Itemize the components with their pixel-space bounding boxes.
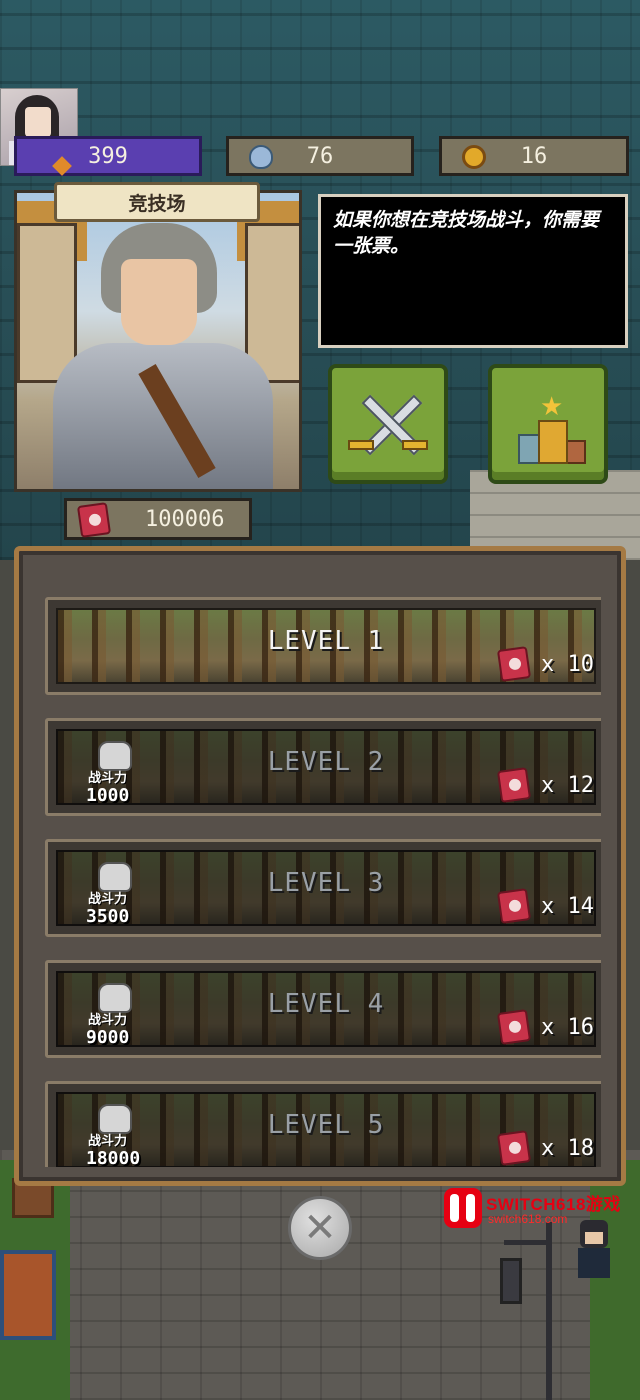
power-value: 9000 [86,1027,130,1048]
level-cost: x 10 [496,646,594,682]
ticket-counter: 100006 [64,498,252,540]
close-icon: ✕ [303,1205,337,1251]
podium-center [538,420,568,464]
power-label: 战斗力 [88,1013,128,1028]
power-requirement: 战斗力 9000 [86,983,148,1051]
arena-title: 竞技场 [54,182,260,222]
gems-value: 399 [88,143,128,169]
ranking-button[interactable]: ★ [488,364,608,484]
switch-logo-icon [444,1188,482,1228]
street-lamp-icon [500,1258,522,1304]
npc-body [578,1248,610,1278]
level-row-2[interactable]: LEVEL 2 战斗力 1000 x 12 [45,718,601,816]
ticket-icon [496,888,532,924]
knight-face [121,259,197,345]
cost-value: x 12 [541,772,594,798]
level-row-3[interactable]: LEVEL 3 战斗力 3500 x 14 [45,839,601,937]
ticket-icon [76,502,112,538]
street-lamp-post [546,1222,552,1400]
cost-value: x 18 [541,1135,594,1161]
avatar-face [25,107,51,137]
potion-icon [249,145,273,169]
potions-value: 76 [306,143,334,169]
close-button[interactable]: ✕ [288,1196,352,1260]
rug [0,1250,56,1340]
cost-value: x 14 [541,893,594,919]
podium-right [566,440,586,464]
watermark: SWITCH618游戏 switch618.com [444,1188,634,1234]
ticket-icon [496,1009,532,1045]
dialog-text: 如果你想在竞技场战斗，你需要一张票。 [333,209,600,257]
star-icon: ★ [540,392,564,422]
cost-value: x 10 [541,651,594,677]
cost-value: x 16 [541,1014,594,1040]
ticket-icon [496,1130,532,1166]
ticket-icon [496,767,532,803]
coin-icon [462,145,486,169]
level-row-4[interactable]: LEVEL 4 战斗力 9000 x 16 [45,960,601,1058]
level-select-panel: LEVEL 1 x 10 LEVEL 2 战斗力 1000 x 12 LEVEL… [14,546,626,1186]
power-requirement: 战斗力 18000 [86,1104,148,1167]
street-lamp-arm [504,1240,552,1245]
level-row-1[interactable]: LEVEL 1 x 10 [45,597,601,695]
level-cost: x 12 [496,767,594,803]
hilt-left [348,440,374,450]
coins-counter[interactable]: 16 [439,136,629,176]
level-row-5[interactable]: LEVEL 5 战斗力 18000 x 18 [45,1081,601,1167]
podium-left [518,434,540,464]
potions-counter[interactable]: 76 [226,136,414,176]
battle-button[interactable] [328,364,448,484]
power-label: 战斗力 [88,1134,128,1149]
level-list[interactable]: LEVEL 1 x 10 LEVEL 2 战斗力 1000 x 12 LEVEL… [39,577,601,1167]
watermark-site: switch618.com [488,1212,568,1226]
level-cost: x 18 [496,1130,594,1166]
power-value: 18000 [86,1148,141,1167]
ticket-count: 100006 [145,506,225,532]
coins-value: 16 [520,143,548,169]
power-requirement: 战斗力 3500 [86,862,148,930]
power-label: 战斗力 [88,771,128,786]
knight-portrait [14,190,302,492]
power-label: 战斗力 [88,892,128,907]
power-value: 3500 [86,906,130,927]
gem-icon [52,156,72,176]
hilt-right [402,440,428,450]
ticket-icon [496,646,532,682]
dialog-box: 如果你想在竞技场战斗，你需要一张票。 [318,194,628,348]
power-value: 1000 [86,785,130,806]
level-cost: x 14 [496,888,594,924]
house-left [17,223,77,383]
level-cost: x 16 [496,1009,594,1045]
gems-counter[interactable]: 399 [14,136,202,176]
power-requirement: 战斗力 1000 [86,741,148,809]
